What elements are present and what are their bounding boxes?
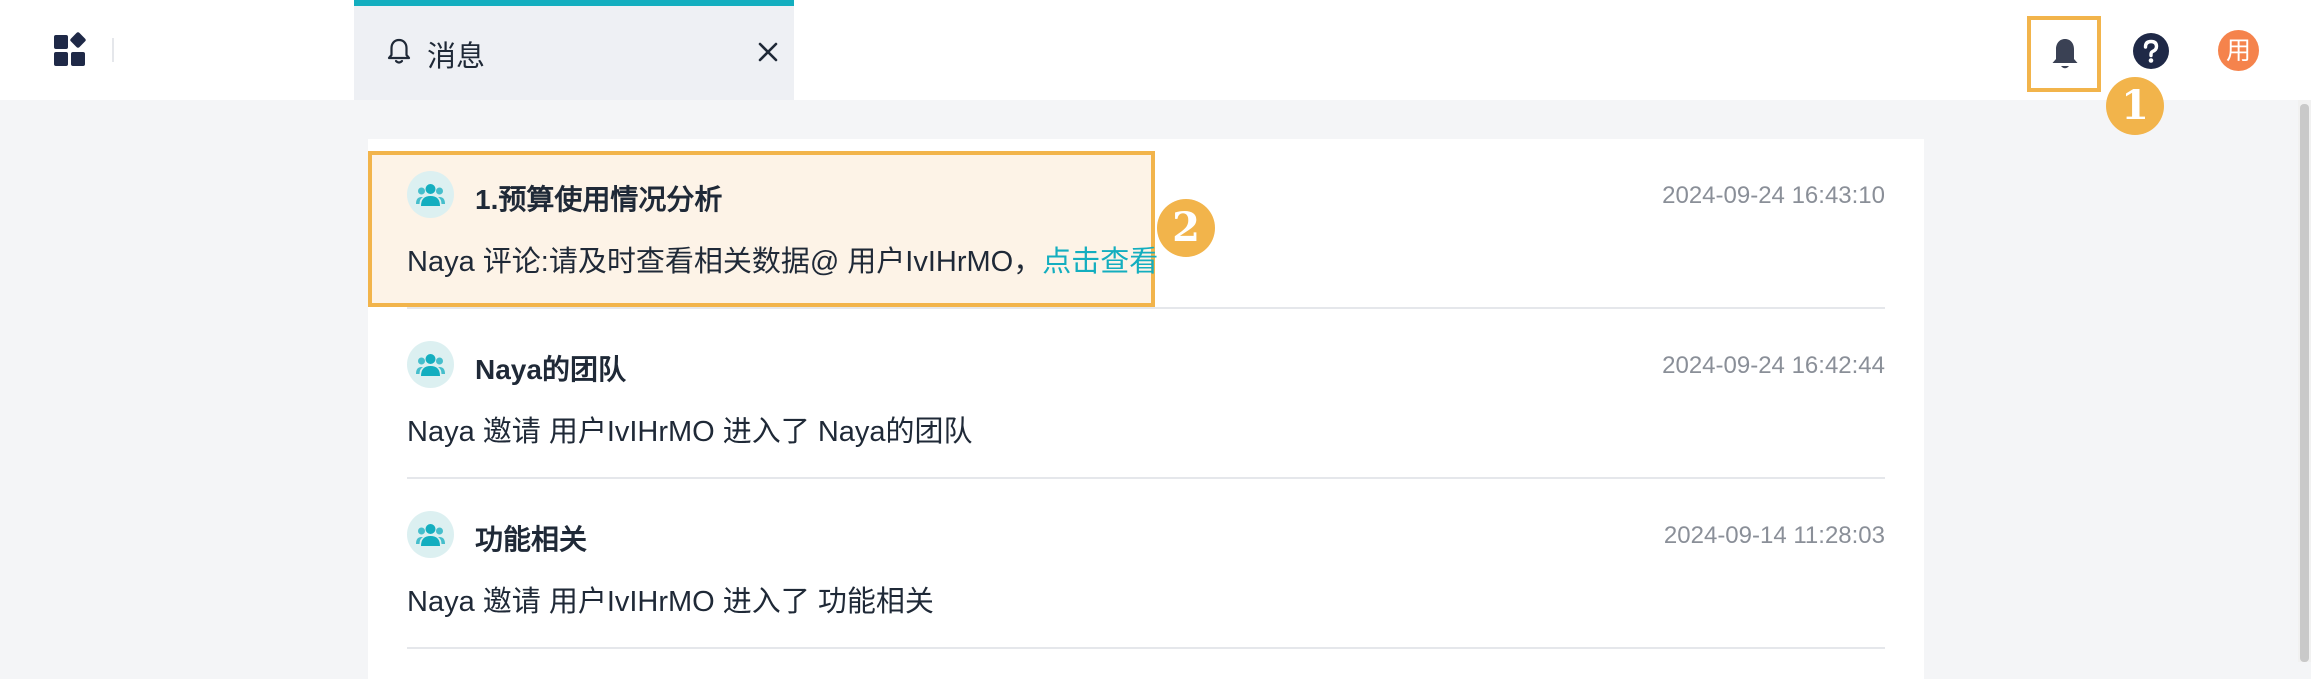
message-item[interactable]: 功能相关 2024-09-14 11:28:03 Naya 邀请 用户IvIHr… (407, 479, 1885, 649)
message-body: Naya 邀请 用户IvIHrMO 进入了 Naya的团队 (407, 416, 973, 448)
message-time: 2024-09-24 16:42:44 (1662, 352, 1885, 379)
message-title: Naya的团队 (475, 354, 626, 385)
message-body: Naya 邀请 用户IvIHrMO 进入了 功能相关 (407, 586, 934, 618)
message-time: 2024-09-24 16:43:10 (1662, 182, 1885, 209)
message-item[interactable]: 1.预算使用情况分析 2024-09-24 16:43:10 Naya 评论:请… (407, 139, 1885, 309)
message-title: 1.预算使用情况分析 (475, 184, 723, 215)
message-item[interactable]: Naya的团队 2024-09-24 16:42:44 Naya 邀请 用户Iv… (407, 309, 1885, 479)
tab-label: 消息 (427, 41, 486, 73)
header-divider (112, 38, 114, 62)
team-avatar (407, 341, 454, 388)
team-icon (416, 354, 445, 376)
callout-marker-2: 2 (1157, 199, 1215, 257)
team-icon (416, 524, 445, 546)
team-avatar (407, 511, 454, 558)
callout-marker-1: 1 (2106, 77, 2164, 135)
user-avatar[interactable]: 用 (2218, 30, 2259, 71)
team-icon (416, 184, 445, 206)
message-time: 2024-09-14 11:28:03 (1663, 522, 1885, 549)
notifications-button[interactable] (2027, 16, 2101, 92)
scrollbar-thumb[interactable] (2300, 104, 2309, 662)
bell-icon (387, 38, 411, 64)
team-avatar (407, 171, 454, 218)
help-icon[interactable] (2132, 32, 2170, 70)
close-icon[interactable] (755, 39, 781, 65)
message-title: 功能相关 (475, 524, 588, 555)
notification-bell-icon (2052, 39, 2078, 69)
top-header: 消息 用 (0, 0, 2311, 100)
apps-icon[interactable] (54, 32, 90, 68)
message-body: Naya 评论:请及时查看相关数据@ 用户IvIHrMO，点击查看 (407, 238, 1158, 280)
view-link[interactable]: 点击查看 (1042, 246, 1158, 278)
message-text: Naya 评论:请及时查看相关数据@ 用户IvIHrMO， (407, 246, 1043, 278)
tab-messages[interactable]: 消息 (354, 0, 794, 100)
